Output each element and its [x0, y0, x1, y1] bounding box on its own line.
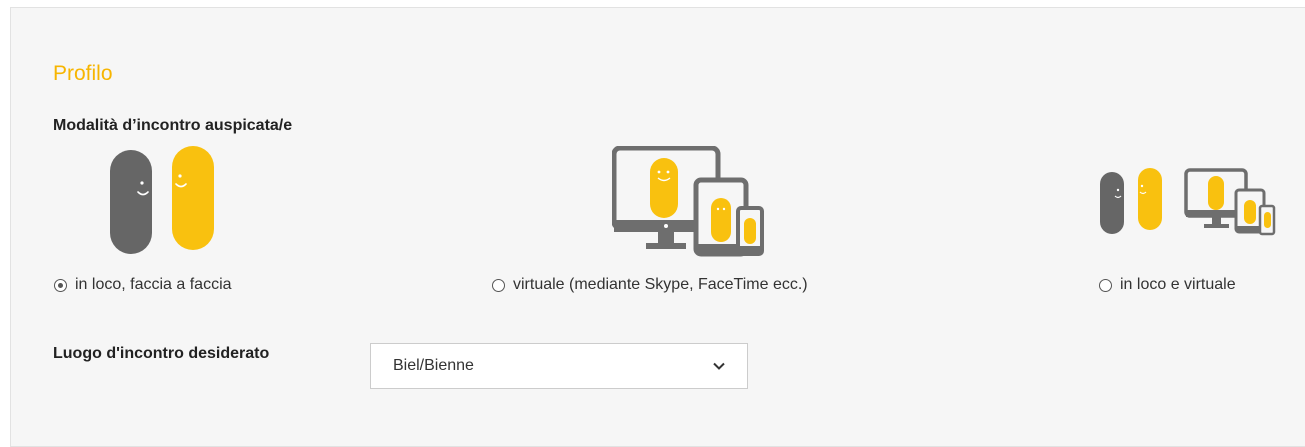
meeting-mode-label: Modalità d’incontro auspicata/e — [53, 117, 293, 134]
radio-button-checked[interactable] — [54, 278, 67, 292]
location-select[interactable]: Biel/Bienne — [370, 343, 748, 389]
location-select-value: Biel/Bienne — [393, 357, 474, 374]
radio-option-virtual[interactable]: virtuale (mediante Skype, FaceTime ecc.) — [492, 276, 808, 294]
radio-label: in loco e virtuale — [1120, 276, 1236, 293]
radio-button[interactable] — [1099, 278, 1112, 292]
section-title: Profilo — [53, 62, 113, 85]
radio-button[interactable] — [492, 278, 505, 292]
location-label: Luogo d'incontro desiderato — [53, 345, 270, 362]
people-and-devices-icon — [1100, 168, 1276, 236]
radio-option-both[interactable]: in loco e virtuale — [1099, 276, 1236, 294]
radio-label: virtuale (mediante Skype, FaceTime ecc.) — [513, 276, 808, 293]
devices-icon — [612, 146, 764, 257]
radio-option-in-person[interactable]: in loco, faccia a faccia — [54, 276, 232, 294]
radio-label: in loco, faccia a faccia — [75, 276, 232, 293]
two-people-icon — [110, 146, 214, 254]
chevron-down-icon — [713, 362, 725, 370]
